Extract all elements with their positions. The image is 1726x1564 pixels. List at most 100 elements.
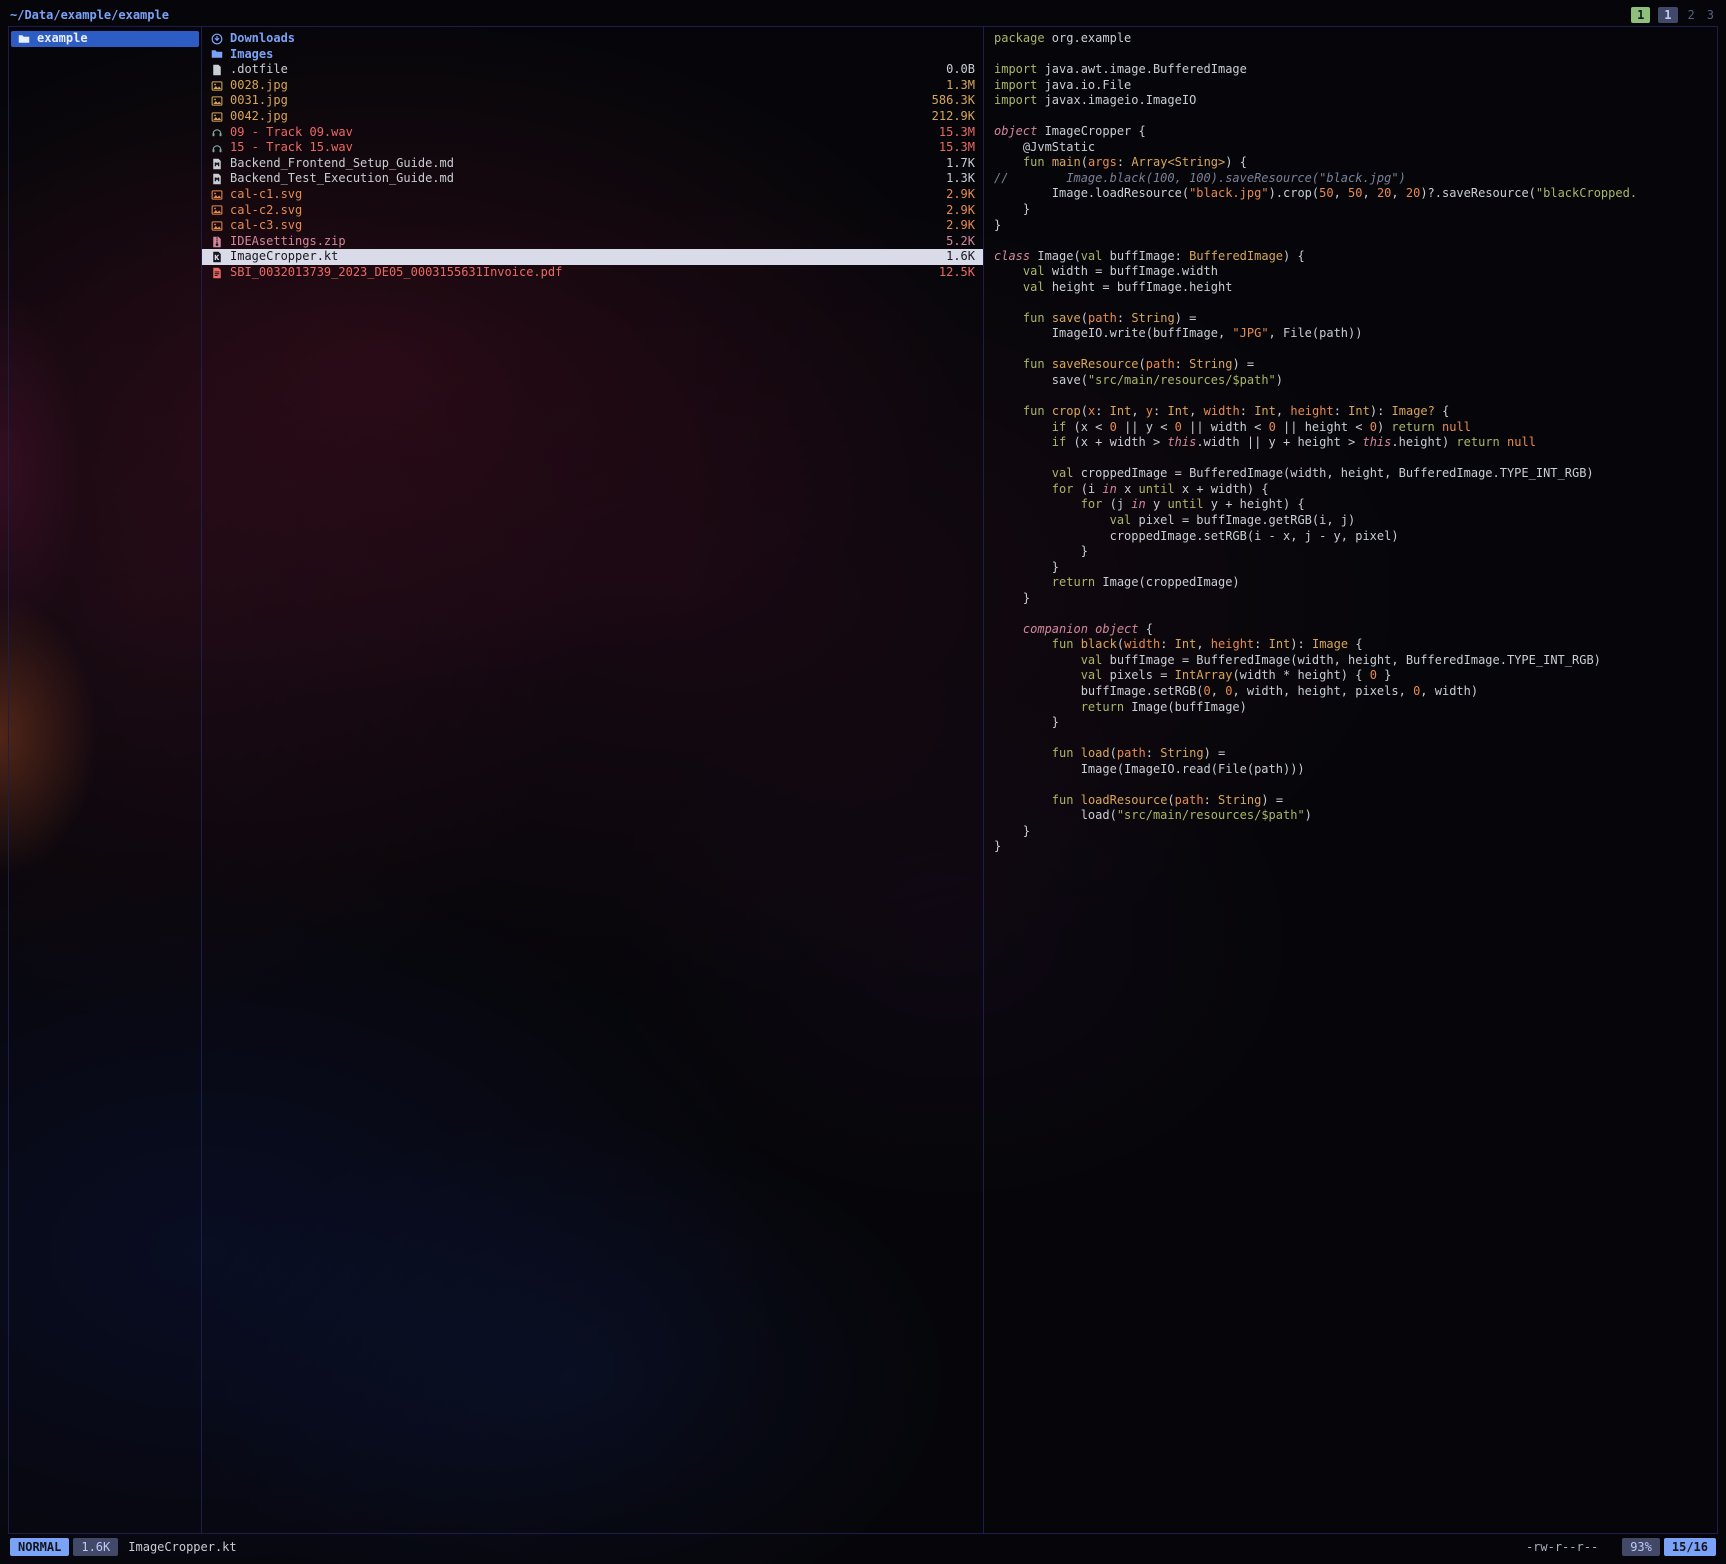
image-icon [210, 204, 224, 216]
tab-1[interactable]: 1 [1658, 7, 1677, 23]
code-line: save("src/main/resources/$path") [994, 373, 1707, 389]
file-name: 0031.jpg [230, 93, 288, 109]
audio-icon [210, 126, 224, 138]
code-line: for (i in x until x + width) { [994, 482, 1707, 498]
kotlin-icon [210, 251, 224, 263]
file-row[interactable]: 0042.jpg 212.9K [202, 109, 983, 125]
code-line: val pixel = buffImage.getRGB(i, j) [994, 513, 1707, 529]
code-preview: package org.example import java.awt.imag… [984, 27, 1717, 1533]
file-name: cal-c2.svg [230, 203, 302, 219]
code-line: for (j in y until y + height) { [994, 497, 1707, 513]
file-size: 2.9K [934, 203, 975, 219]
code-line: fun save(path: String) = [994, 311, 1707, 327]
file-size: 2.9K [934, 218, 975, 234]
file-name: SBI_0032013739_2023_DE05_0003155631Invoi… [230, 265, 562, 281]
file-row[interactable]: cal-c2.svg 2.9K [202, 203, 983, 219]
code-line: } [994, 544, 1707, 560]
code-line [994, 451, 1707, 467]
file-name: Images [230, 47, 273, 63]
image-icon [210, 189, 224, 201]
permissions-text: -rw-r--r-- [1526, 1540, 1598, 1554]
code-line: // Image.black(100, 100).saveResource("b… [994, 171, 1707, 187]
file-name: 0042.jpg [230, 109, 288, 125]
file-row[interactable]: Downloads [202, 31, 983, 47]
file-name: Backend_Frontend_Setup_Guide.md [230, 156, 454, 172]
image-icon [210, 80, 224, 92]
file-name: IDEAsettings.zip [230, 234, 346, 250]
file-size: 12.5K [927, 265, 975, 281]
file-row[interactable]: IDEAsettings.zip 5.2K [202, 234, 983, 250]
code-line: val width = buffImage.width [994, 264, 1707, 280]
file-row[interactable]: 09 - Track 09.wav15.3M [202, 125, 983, 141]
file-row[interactable]: 0028.jpg1.3M [202, 78, 983, 94]
file-name: .dotfile [230, 62, 288, 78]
code-line [994, 342, 1707, 358]
file-row[interactable]: cal-c1.svg2.9K [202, 187, 983, 203]
code-line: buffImage.setRGB(0, 0, width, height, pi… [994, 684, 1707, 700]
scroll-percent-badge: 93% [1622, 1538, 1660, 1556]
code-line [994, 295, 1707, 311]
parent-item-label: example [37, 31, 88, 47]
code-line: fun black(width: Int, height: Int): Imag… [994, 637, 1707, 653]
code-line: } [994, 824, 1707, 840]
code-line: } [994, 560, 1707, 576]
file-size: 1.7K [934, 156, 975, 172]
code-line [994, 233, 1707, 249]
tab-3[interactable]: 3 [1705, 7, 1716, 23]
file-row[interactable]: 15 - Track 15.wav15.3M [202, 140, 983, 156]
tab-1[interactable]: 1 [1631, 7, 1650, 23]
image-icon [210, 111, 224, 123]
file-row[interactable]: SBI_0032013739_2023_DE05_0003155631Invoi… [202, 265, 983, 281]
code-line: class Image(val buffImage: BufferedImage… [994, 249, 1707, 265]
file-size: 1.3M [934, 78, 975, 94]
file-size-badge: 1.6K [73, 1538, 118, 1556]
file-name: Backend_Test_Execution_Guide.md [230, 171, 454, 187]
file-name: cal-c3.svg [230, 218, 302, 234]
file-size: 2.9K [934, 187, 975, 203]
file-size: 5.2K [934, 234, 975, 250]
status-filename: ImageCropper.kt [128, 1540, 236, 1554]
folder-icon [17, 33, 31, 45]
file-row[interactable]: Images [202, 47, 983, 63]
image-icon [210, 220, 224, 232]
image-icon [210, 95, 224, 107]
code-line: } [994, 202, 1707, 218]
file-row[interactable]: cal-c3.svg 2.9K [202, 218, 983, 234]
code-line: Image(ImageIO.read(File(path))) [994, 762, 1707, 778]
code-line: val pixels = IntArray(width * height) { … [994, 668, 1707, 684]
downloads-icon [210, 33, 224, 45]
code-line [994, 731, 1707, 747]
code-line: @JvmStatic [994, 140, 1707, 156]
code-line: if (x < 0 || y < 0 || width < 0 || heigh… [994, 420, 1707, 436]
status-left: NORMAL 1.6K ImageCropper.kt [10, 1538, 237, 1556]
code-line: val buffImage = BufferedImage(width, hei… [994, 653, 1707, 669]
code-line [994, 777, 1707, 793]
file-row[interactable]: 0031.jpg 586.3K [202, 93, 983, 109]
code-line: fun crop(x: Int, y: Int, width: Int, hei… [994, 404, 1707, 420]
file-size: 212.9K [920, 109, 975, 125]
code-line: import java.awt.image.BufferedImage [994, 62, 1707, 78]
tab-2[interactable]: 2 [1686, 7, 1697, 23]
file-row[interactable]: Backend_Test_Execution_Guide.md1.3K [202, 171, 983, 187]
parent-pane: example [9, 27, 202, 1533]
file-name: ImageCropper.kt [230, 249, 338, 265]
code-line: } [994, 218, 1707, 234]
parent-item[interactable]: example [11, 31, 199, 47]
file-pane: DownloadsImages.dotfile0.0B0028.jpg1.3M0… [202, 27, 984, 1533]
file-row[interactable]: .dotfile0.0B [202, 62, 983, 78]
code-line: if (x + width > this.width || y + height… [994, 435, 1707, 451]
tab-bar: 1123 [1623, 7, 1716, 23]
file-icon [210, 64, 224, 76]
code-line: fun loadResource(path: String) = [994, 793, 1707, 809]
file-row[interactable]: ImageCropper.kt1.6K [202, 249, 983, 265]
panes: example DownloadsImages.dotfile0.0B0028.… [8, 26, 1718, 1534]
code-line: companion object { [994, 622, 1707, 638]
file-name: Downloads [230, 31, 295, 47]
code-line [994, 109, 1707, 125]
code-line: fun saveResource(path: String) = [994, 357, 1707, 373]
file-row[interactable]: Backend_Frontend_Setup_Guide.md 1.7K [202, 156, 983, 172]
code-line [994, 606, 1707, 622]
code-line: Image.loadResource("black.jpg").crop(50,… [994, 186, 1707, 202]
file-size: 586.3K [920, 93, 975, 109]
code-line: ImageIO.write(buffImage, "JPG", File(pat… [994, 326, 1707, 342]
